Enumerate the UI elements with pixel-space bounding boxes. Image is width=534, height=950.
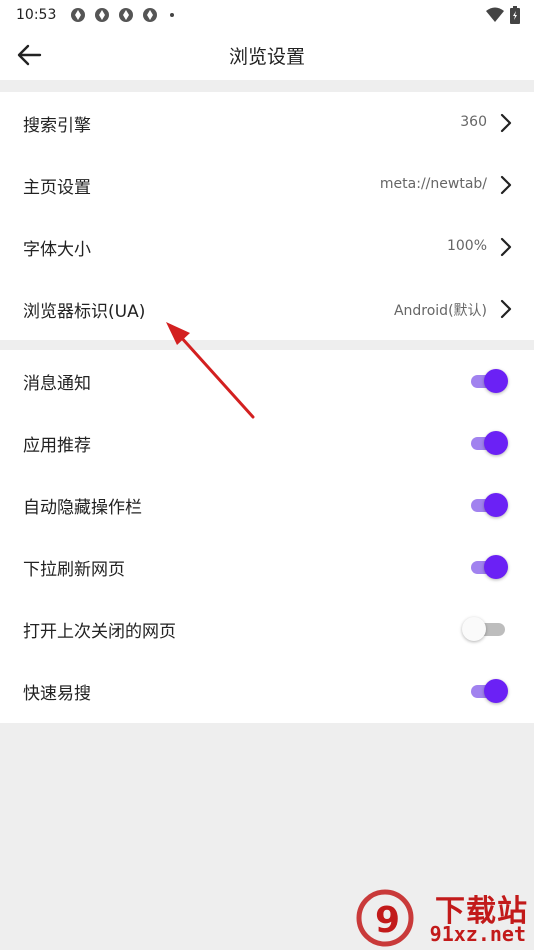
toggle-switch[interactable]: [468, 678, 508, 704]
watermark-domain: 91xz.net: [429, 922, 526, 946]
toggle-switch[interactable]: [462, 616, 508, 642]
wifi-icon: [486, 7, 504, 22]
chevron-right-icon: [500, 175, 512, 195]
setting-quick-search: 快速易搜: [0, 660, 534, 722]
battery-icon: [510, 6, 520, 24]
setting-restore-last-pages: 打开上次关闭的网页: [0, 598, 534, 660]
toggle-knob: [484, 431, 508, 455]
app-notification-icon: [143, 8, 158, 22]
toggle-switch[interactable]: [468, 368, 508, 394]
status-bar: 10:53: [0, 0, 534, 30]
setting-auto-hide-toolbar: 自动隐藏操作栏: [0, 474, 534, 536]
setting-message-notification: 消息通知: [0, 350, 534, 412]
app-notification-icon: [71, 8, 86, 22]
settings-toggle-section: 消息通知 应用推荐 自动隐藏操作栏 下拉刷新网页 打开上次关闭的网页 快速易搜: [0, 350, 534, 723]
toggle-knob: [484, 369, 508, 393]
toggle-switch[interactable]: [468, 554, 508, 580]
status-notification-icons: [70, 7, 175, 23]
watermark-logo: 9: [356, 889, 414, 947]
chevron-right-icon: [500, 299, 512, 319]
status-time: 10:53: [16, 7, 57, 23]
setting-search-engine[interactable]: 搜索引擎 360: [0, 92, 534, 154]
page-title: 浏览设置: [228, 46, 305, 68]
watermark: 9 下载站 91xz.net: [355, 884, 530, 948]
setting-pull-refresh: 下拉刷新网页: [0, 536, 534, 598]
setting-label: 字体大小: [23, 240, 91, 260]
setting-value: Android(默认): [393, 303, 487, 319]
setting-homepage[interactable]: 主页设置 meta://newtab/: [0, 154, 534, 216]
setting-label: 打开上次关闭的网页: [23, 622, 176, 642]
watermark-logo-text: 9: [375, 900, 400, 941]
app-notification-icon: [95, 8, 110, 22]
setting-user-agent[interactable]: 浏览器标识(UA) Android(默认): [0, 278, 534, 340]
chevron-right-icon: [500, 237, 512, 257]
toggle-switch[interactable]: [468, 430, 508, 456]
setting-value: 360: [460, 114, 487, 130]
app-notification-icon: [119, 8, 134, 22]
setting-value: meta://newtab/: [379, 176, 487, 192]
toggle-switch[interactable]: [468, 492, 508, 518]
setting-value: 100%: [446, 238, 487, 254]
setting-label: 主页设置: [23, 178, 91, 198]
setting-label: 快速易搜: [23, 684, 91, 704]
toggle-knob: [484, 679, 508, 703]
app-bar: 浏览设置: [0, 30, 534, 80]
toggle-knob: [484, 493, 508, 517]
toggle-knob: [462, 617, 486, 641]
settings-nav-section: 搜索引擎 360 主页设置 meta://newtab/ 字体大小 100% 浏…: [0, 92, 534, 340]
setting-font-size[interactable]: 字体大小 100%: [0, 216, 534, 278]
setting-app-recommend: 应用推荐: [0, 412, 534, 474]
setting-label: 下拉刷新网页: [23, 560, 125, 580]
status-system-icons: [486, 6, 520, 24]
setting-label: 浏览器标识(UA): [23, 302, 146, 322]
setting-label: 消息通知: [23, 374, 91, 394]
more-notifications-dot: [170, 13, 175, 17]
chevron-right-icon: [500, 113, 512, 133]
setting-label: 搜索引擎: [23, 116, 91, 136]
setting-label: 自动隐藏操作栏: [23, 498, 142, 518]
setting-label: 应用推荐: [23, 436, 91, 456]
toggle-knob: [484, 555, 508, 579]
